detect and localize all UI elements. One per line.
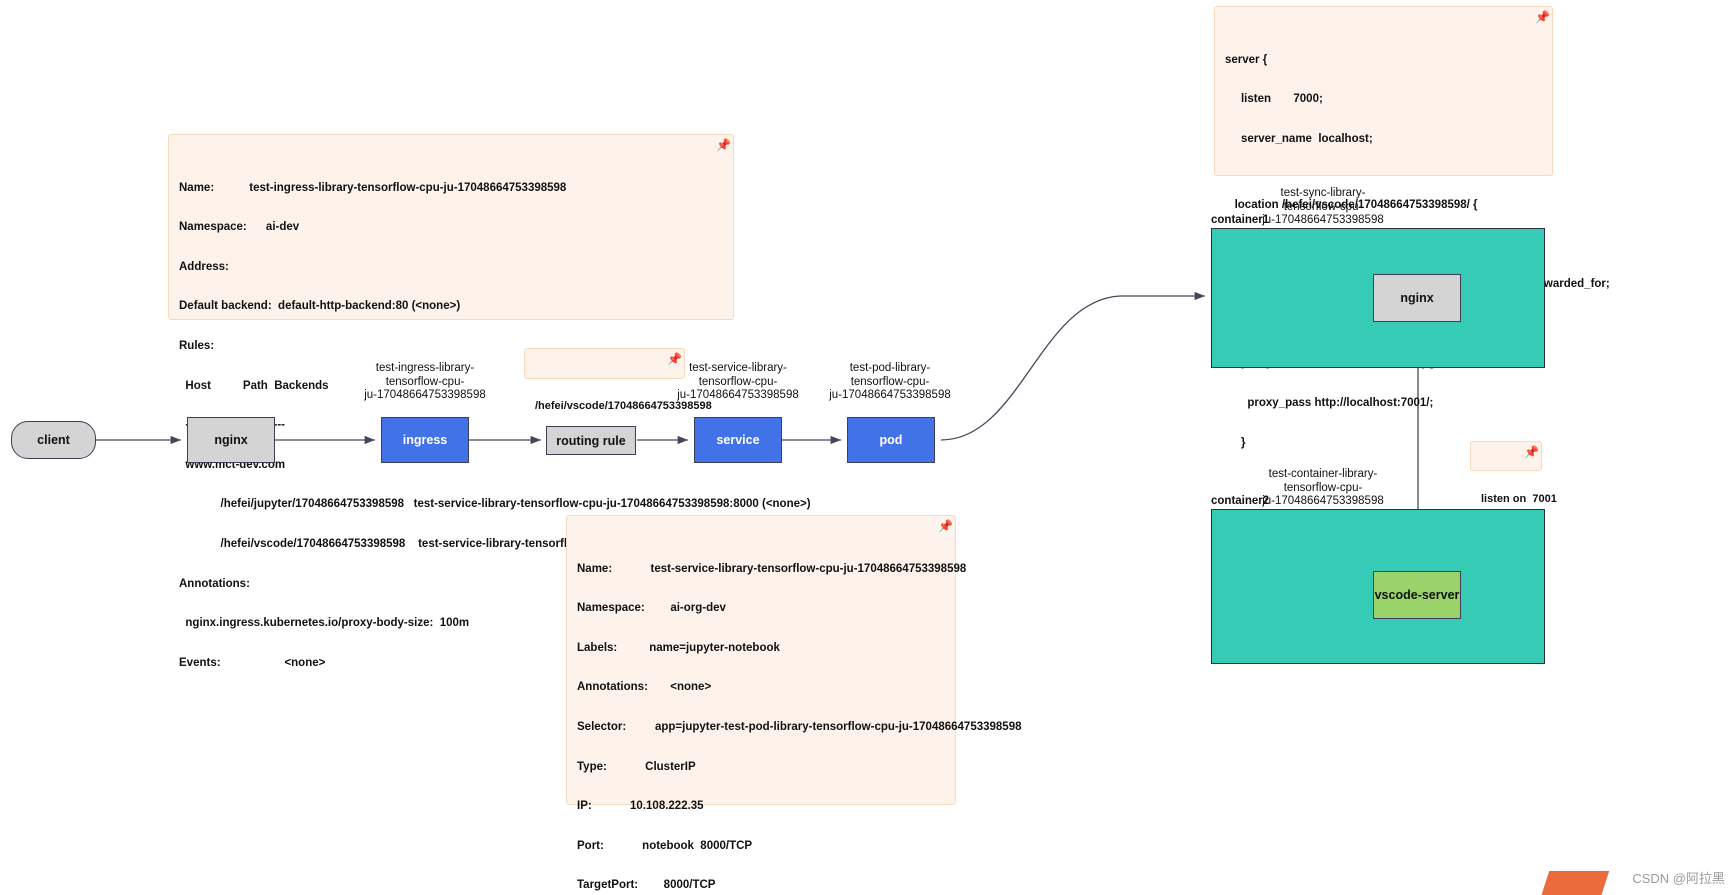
label-text: test-sync-library- tensorflow-cpu- ju-17… bbox=[1262, 187, 1384, 226]
note-line: IP: 10.108.222.35 bbox=[577, 800, 704, 813]
node-label: client bbox=[37, 433, 70, 447]
note-line: Address: bbox=[179, 260, 229, 273]
nginx-conf-note: 📌 server { listen 7000; server_name loca… bbox=[1214, 6, 1610, 449]
node-client[interactable]: client bbox=[11, 421, 96, 459]
label-text: test-pod-library- tensorflow-cpu- ju-170… bbox=[829, 362, 951, 401]
pin-icon: 📌 bbox=[938, 519, 953, 533]
label-text: test-ingress-library- tensorflow-cpu- ju… bbox=[364, 362, 486, 401]
node-label: service bbox=[716, 433, 760, 447]
pin-icon: 📌 bbox=[1535, 10, 1550, 24]
node-nginx[interactable]: nginx bbox=[187, 417, 275, 463]
service-node-label: test-service-library- tensorflow-cpu- ju… bbox=[668, 362, 808, 403]
label-text: container2 bbox=[1211, 495, 1270, 507]
note-line: Type: ClusterIP bbox=[577, 760, 696, 773]
note-line: /hefei/vscode/17048664753398598 bbox=[535, 399, 712, 412]
listen-on-note: 📌 listen on 7001 bbox=[1470, 441, 1557, 505]
label-text: test-container-library- tensorflow-cpu- … bbox=[1262, 468, 1384, 507]
node-label: nginx bbox=[214, 433, 248, 447]
note-line: Port: notebook 8000/TCP bbox=[577, 839, 753, 852]
routing-path-note: 📌 /hefei/vscode/17048664753398598 bbox=[524, 348, 712, 412]
note-line: proxy_pass http://localhost:7001/; bbox=[1225, 396, 1434, 409]
note-line: Default backend: default-http-backend:80… bbox=[179, 300, 461, 313]
container1-title: test-sync-library- tensorflow-cpu- ju-17… bbox=[1253, 187, 1393, 228]
node-label: ingress bbox=[402, 433, 448, 447]
node-vscode-server[interactable]: vscode-server bbox=[1373, 571, 1461, 619]
node-label: nginx bbox=[1400, 291, 1434, 305]
note-line: listen 7000; bbox=[1225, 93, 1323, 106]
note-line: Selector: app=jupyter-test-pod-library-t… bbox=[577, 721, 1022, 734]
watermark-mark bbox=[1540, 871, 1610, 895]
note-line: listen on 7001 bbox=[1481, 492, 1557, 505]
pod-node-label: test-pod-library- tensorflow-cpu- ju-170… bbox=[820, 362, 960, 403]
note-line: Annotations: <none> bbox=[577, 681, 712, 694]
note-line: Namespace: ai-org-dev bbox=[577, 602, 726, 615]
watermark-text: CSDN @阿拉黑 bbox=[1632, 871, 1725, 886]
service-describe-note: 📌 Name: test-service-library-tensorflow-… bbox=[566, 515, 1022, 891]
node-ingress[interactable]: ingress bbox=[381, 417, 469, 463]
node-routing-rule[interactable]: routing rule bbox=[546, 426, 636, 455]
container1-name: container1 bbox=[1211, 214, 1269, 228]
note-line: Namespace: ai-dev bbox=[179, 221, 300, 234]
note-line: TargetPort: 8000/TCP bbox=[577, 879, 716, 892]
note-line: Labels: name=jupyter-notebook bbox=[577, 641, 780, 654]
pin-icon: 📌 bbox=[716, 138, 731, 152]
node-nginx-container[interactable]: nginx bbox=[1373, 274, 1461, 322]
watermark: CSDN @阿拉黑 bbox=[1540, 868, 1725, 895]
pin-icon: 📌 bbox=[1524, 445, 1539, 459]
diagram-canvas: 📌 Name: test-ingress-library-tensorflow-… bbox=[0, 0, 1735, 895]
node-service[interactable]: service bbox=[694, 417, 782, 463]
node-pod[interactable]: pod bbox=[847, 417, 935, 463]
note-line: Name: test-service-library-tensorflow-cp… bbox=[577, 562, 967, 575]
node-label: vscode-server bbox=[1374, 588, 1460, 602]
node-label: routing rule bbox=[556, 433, 626, 448]
note-line: Name: test-ingress-library-tensorflow-cp… bbox=[179, 181, 567, 194]
label-text: container1 bbox=[1211, 214, 1270, 226]
note-line: server_name localhost; bbox=[1225, 132, 1373, 145]
ingress-describe-note: 📌 Name: test-ingress-library-tensorflow-… bbox=[168, 134, 815, 669]
note-line: /hefei/jupyter/17048664753398598 test-se… bbox=[179, 498, 811, 511]
container2-name: container2 bbox=[1211, 495, 1269, 509]
node-label: pod bbox=[879, 433, 903, 447]
container2-title: test-container-library- tensorflow-cpu- … bbox=[1253, 468, 1393, 509]
ingress-node-label: test-ingress-library- tensorflow-cpu- ju… bbox=[355, 362, 495, 403]
note-line: server { bbox=[1225, 53, 1268, 66]
label-text: test-service-library- tensorflow-cpu- ju… bbox=[677, 362, 799, 401]
